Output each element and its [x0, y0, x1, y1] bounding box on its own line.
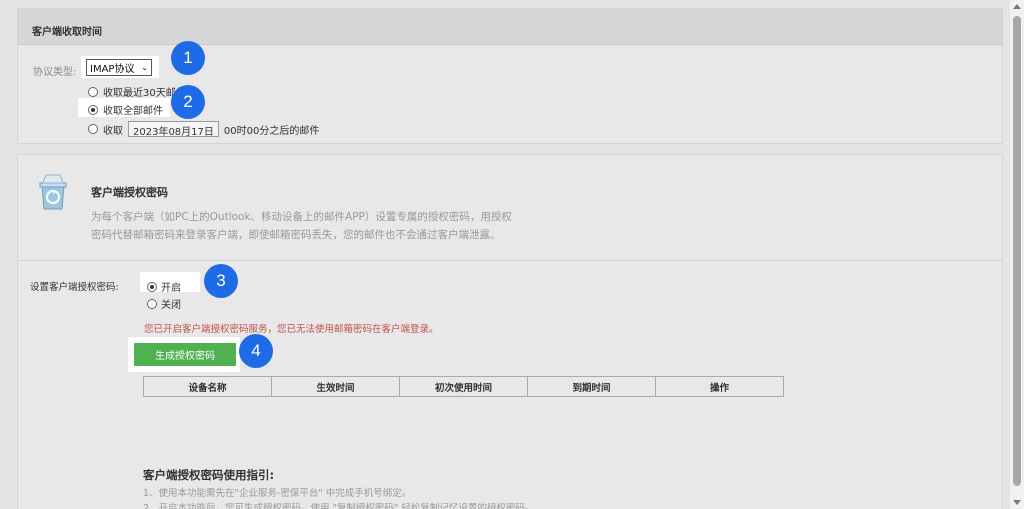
radio-all-mail[interactable]: [88, 104, 98, 115]
option-on-label: 开启: [161, 283, 181, 294]
device-table: 设备名称 生效时间 初次使用时间 到期时间 操作: [143, 376, 784, 397]
device-table-header: 设备名称 生效时间 初次使用时间 到期时间 操作: [143, 376, 784, 397]
col-effective-time: 生效时间: [271, 376, 400, 397]
col-first-use-time: 初次使用时间: [399, 376, 528, 397]
receive-time-title: 客户端收取时间: [18, 9, 1002, 45]
option-off-label: 关闭: [161, 300, 181, 311]
step-badge-4: 4: [239, 334, 273, 368]
col-actions: 操作: [655, 376, 784, 397]
protocol-label: 协议类型:: [33, 67, 77, 78]
option-since-date[interactable]: 收取 2023年08月17日 00时00分之后的邮件: [88, 121, 320, 138]
recycle-box-icon: [36, 173, 70, 215]
col-expiry-time: 到期时间: [527, 376, 656, 397]
option-all-mail[interactable]: 收取全部邮件: [88, 102, 163, 117]
step-badge-1: 1: [171, 41, 205, 75]
guide-item-2: 2、开启本功能后，您可生成授权密码，使用 "复制授权密码" 轻松复制记忆设置的授…: [143, 503, 535, 509]
option-since-label: 收取: [103, 125, 123, 137]
scroll-up-arrow-icon[interactable]: [1013, 4, 1021, 9]
chevron-down-icon: ⌄: [141, 63, 148, 72]
vertical-scrollbar[interactable]: [1010, 0, 1024, 509]
date-input[interactable]: 2023年08月17日: [128, 121, 219, 138]
option-on[interactable]: 开启: [147, 279, 181, 294]
col-device-name: 设备名称: [143, 376, 272, 397]
radio-off[interactable]: [147, 298, 157, 309]
panel-divider: [18, 260, 1002, 261]
guide-title: 客户端授权密码使用指引:: [143, 468, 275, 482]
generate-password-button[interactable]: 生成授权密码: [134, 343, 236, 366]
option-off[interactable]: 关闭: [147, 296, 181, 311]
scroll-thumb[interactable]: [1013, 16, 1021, 486]
date-suffix: 00时00分之后的邮件: [223, 125, 320, 137]
radio-on[interactable]: [147, 281, 157, 292]
protocol-select-value: IMAP协议: [90, 64, 135, 75]
step-badge-3: 3: [204, 264, 238, 298]
protocol-select[interactable]: IMAP协议 ⌄: [86, 59, 152, 76]
auth-section-title: 客户端授权密码: [91, 186, 168, 199]
option-all-mail-label: 收取全部邮件: [103, 106, 163, 117]
scroll-down-arrow-icon[interactable]: [1013, 500, 1021, 505]
auth-setting-label: 设置客户端授权密码:: [30, 282, 119, 293]
radio-since-date[interactable]: [88, 124, 98, 134]
step-badge-2: 2: [171, 85, 205, 119]
auth-warning: 您已开启客户端授权密码服务，您已无法使用邮箱密码在客户端登录。: [144, 324, 439, 335]
auth-desc-line-1: 为每个客户端（如PC上的Outlook、移动设备上的邮件APP）设置专属的授权密…: [91, 211, 512, 223]
guide-item-1: 1、使用本功能需先在"企业服务-密保平台" 中完成手机号绑定。: [143, 488, 412, 499]
auth-desc-line-2: 密码代替邮箱密码来登录客户端，即使邮箱密码丢失，您的邮件也不会通过客户端泄露。: [91, 229, 501, 241]
radio-recent-30[interactable]: [88, 86, 98, 97]
auth-description: 为每个客户端（如PC上的Outlook、移动设备上的邮件APP）设置专属的授权密…: [91, 208, 651, 244]
